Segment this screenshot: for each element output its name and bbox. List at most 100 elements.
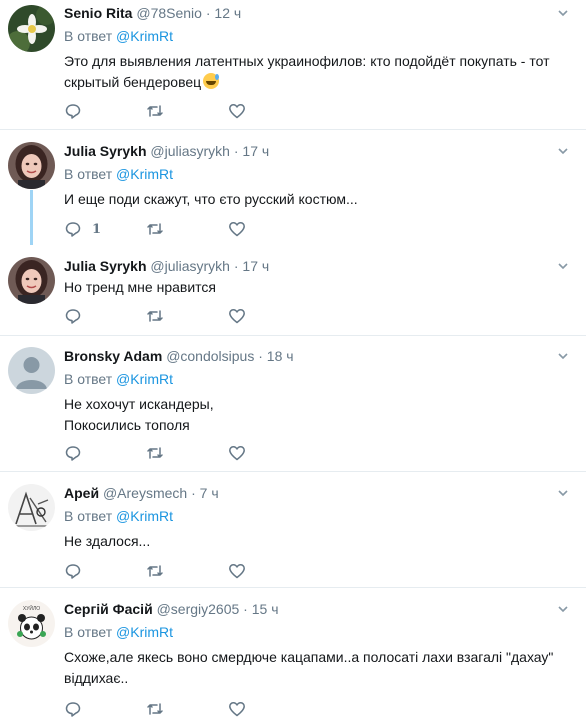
separator-dot: · [205, 5, 211, 21]
tweet[interactable]: Julia Syrykh @juliasyrykh · 17 ч В ответ… [0, 130, 586, 250]
retweet-button[interactable] [146, 562, 228, 580]
avatar[interactable] [8, 484, 55, 531]
tweet-actions [64, 700, 310, 718]
reply-mention-link[interactable]: @KrimRt [116, 371, 173, 387]
separator-dot: · [191, 485, 196, 501]
like-button[interactable] [228, 700, 310, 718]
tweet[interactable]: ХУЙЛО Сергій Фасій @sergiy2605 · 15 ч В … [0, 588, 586, 718]
reply-icon [65, 702, 81, 717]
user-handle[interactable]: @sergiy2605 [157, 601, 240, 617]
like-button[interactable] [228, 307, 310, 325]
reply-button[interactable]: 1 [64, 220, 146, 238]
tweet-text-line: Покосились тополя [64, 417, 190, 433]
like-button[interactable] [228, 562, 310, 580]
replies-feed: Senio Rita @78Senio · 12 ч В ответ @Krim… [0, 0, 586, 718]
tweet-text: И еще поди скажут, что єто русский костю… [64, 191, 358, 207]
like-button[interactable] [228, 102, 310, 120]
tweet-text: Схоже,але якесь воно смердюче кацапами..… [64, 649, 554, 686]
tweet-actions: 1 [64, 220, 310, 238]
reply-prefix: В ответ [64, 166, 113, 182]
tweet-text: Это для выявления латентных украинофилов… [64, 51, 568, 93]
retweet-icon [147, 223, 163, 235]
reply-mention-link[interactable]: @KrimRt [116, 28, 173, 44]
tweet-actions [64, 562, 310, 580]
chevron-down-icon[interactable] [558, 261, 568, 271]
retweet-icon [147, 565, 163, 577]
reply-button[interactable] [64, 307, 146, 325]
chevron-down-icon[interactable] [558, 8, 568, 18]
user-handle[interactable]: @juliasyrykh [150, 143, 230, 159]
like-button[interactable] [228, 444, 310, 462]
tweet-content: Senio Rita @78Senio · 12 ч В ответ @Krim… [64, 4, 568, 93]
tweet-actions [64, 102, 310, 120]
reply-count: 1 [92, 221, 102, 237]
avatar-caption: ХУЙЛО [23, 604, 40, 612]
retweet-button[interactable] [146, 102, 228, 120]
user-fullname[interactable]: Julia Syrykh [64, 258, 147, 274]
retweet-button[interactable] [146, 700, 228, 718]
tweet-header: Сергій Фасій @sergiy2605 · 15 ч [64, 600, 568, 618]
avatar[interactable] [8, 142, 55, 189]
avatar[interactable] [8, 347, 55, 394]
reply-button[interactable] [64, 700, 146, 718]
reply-icon [65, 222, 81, 237]
retweet-button[interactable] [146, 444, 228, 462]
user-fullname[interactable]: Bronsky Adam [64, 348, 162, 364]
retweet-button[interactable] [146, 307, 228, 325]
user-fullname[interactable]: Julia Syrykh [64, 143, 147, 159]
reply-prefix: В ответ [64, 624, 113, 640]
user-handle[interactable]: @Areysmech [103, 485, 187, 501]
user-fullname[interactable]: Сергій Фасій [64, 601, 153, 617]
tweet-header: Senio Rita @78Senio · 12 ч [64, 4, 568, 22]
chevron-down-icon[interactable] [558, 604, 568, 614]
tweet-timestamp[interactable]: 17 ч [242, 143, 269, 159]
user-handle[interactable]: @condolsipus [166, 348, 254, 364]
heart-icon [229, 309, 245, 324]
tweet[interactable]: Bronsky Adam @condolsipus · 18 ч В ответ… [0, 336, 586, 472]
tweet-content: Bronsky Adam @condolsipus · 18 ч В ответ… [64, 347, 568, 436]
chevron-down-icon[interactable] [558, 146, 568, 156]
tweet-timestamp[interactable]: 7 ч [200, 485, 219, 501]
user-handle[interactable]: @juliasyrykh [150, 258, 230, 274]
reply-button[interactable] [64, 444, 146, 462]
user-fullname[interactable]: Senio Rita [64, 5, 132, 21]
tweet-text: Не здалося... [64, 533, 151, 549]
smiling-face-with-sweat-icon [203, 73, 220, 89]
reply-prefix: В ответ [64, 508, 113, 524]
reply-mention-link[interactable]: @KrimRt [116, 624, 173, 640]
separator-dot: · [258, 348, 263, 364]
tweet-content: Julia Syrykh @juliasyrykh · 17 ч В ответ… [64, 142, 568, 210]
retweet-button[interactable] [146, 220, 228, 238]
reply-button[interactable] [64, 562, 146, 580]
tweet-timestamp[interactable]: 17 ч [242, 258, 269, 274]
avatar[interactable] [8, 5, 55, 52]
reply-mention-link[interactable]: @KrimRt [116, 508, 173, 524]
tweet-timestamp[interactable]: 12 ч [214, 5, 241, 21]
tweet[interactable]: Арей @Areysmech · 7 ч В ответ @KrimRt Не… [0, 472, 586, 588]
panda-avatar-icon: ХУЙЛО [8, 600, 55, 647]
reply-icon [65, 104, 81, 119]
user-fullname[interactable]: Арей [64, 485, 99, 501]
avatar[interactable]: ХУЙЛО [8, 600, 55, 647]
sketch-avatar-icon [8, 484, 55, 531]
tweet-text: Не хохочут искандеры, Покосились тополя [64, 394, 568, 436]
tweet-timestamp[interactable]: 15 ч [252, 601, 279, 617]
reply-icon [65, 446, 81, 461]
tweet[interactable]: Senio Rita @78Senio · 12 ч В ответ @Krim… [0, 0, 586, 130]
heart-icon [229, 702, 245, 717]
user-handle[interactable]: @78Senio [136, 5, 202, 21]
reply-context: В ответ @KrimRt [64, 623, 568, 641]
thread-line [30, 190, 33, 250]
chevron-down-icon[interactable] [558, 488, 568, 498]
default-avatar-icon [8, 347, 55, 394]
reply-button[interactable] [64, 102, 146, 120]
reply-mention-link[interactable]: @KrimRt [116, 166, 173, 182]
like-button[interactable] [228, 220, 310, 238]
retweet-icon [147, 703, 163, 715]
tweet-timestamp[interactable]: 18 ч [267, 348, 294, 364]
chevron-down-icon[interactable] [558, 351, 568, 361]
heart-icon [229, 446, 245, 461]
avatar[interactable] [8, 257, 55, 304]
reply-context: В ответ @KrimRt [64, 27, 568, 45]
tweet[interactable]: Julia Syrykh @juliasyrykh · 17 ч Но трен… [0, 245, 586, 336]
